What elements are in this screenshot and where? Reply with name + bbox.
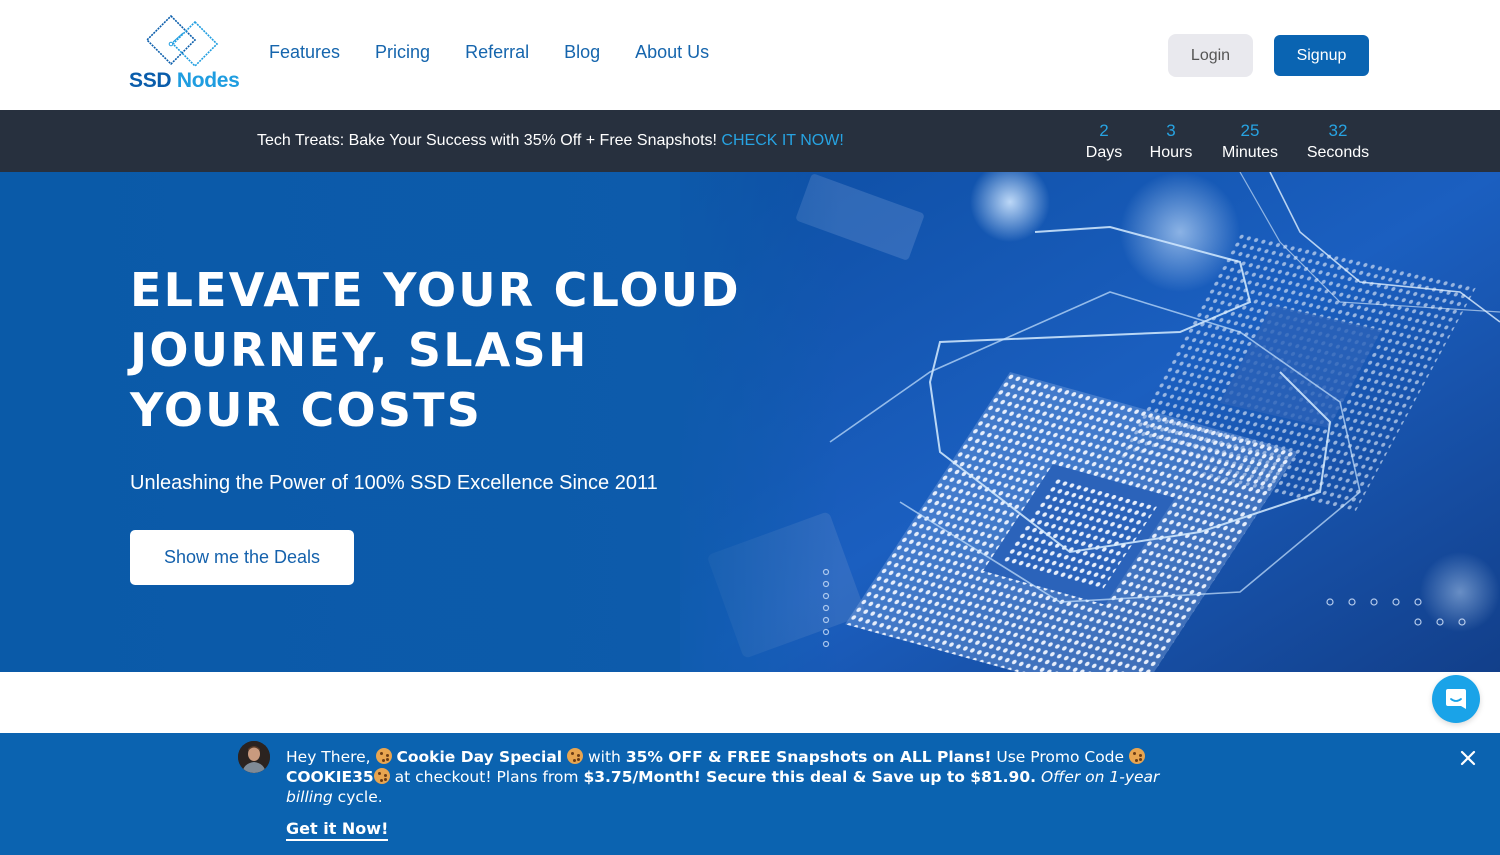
avatar-person-icon bbox=[238, 741, 270, 773]
logo-diamonds-icon bbox=[145, 14, 219, 68]
logo-text-nodes: Nodes bbox=[176, 69, 240, 92]
cookie-day-banner: Hey There, Cookie Day Special with 35% O… bbox=[0, 733, 1500, 855]
nav-features[interactable]: Features bbox=[269, 42, 340, 63]
countdown-seconds-label: Seconds bbox=[1306, 144, 1370, 161]
countdown-hours-label: Hours bbox=[1149, 144, 1193, 161]
get-it-now-link[interactable]: Get it Now! bbox=[286, 819, 389, 841]
banner-billing-end: cycle. bbox=[337, 788, 383, 806]
countdown-days: 2 Days bbox=[1084, 120, 1124, 165]
banner-with: with bbox=[587, 748, 621, 766]
chat-icon bbox=[1446, 689, 1466, 709]
banner-promo-prefix: Use Promo Code bbox=[996, 748, 1125, 766]
chat-launcher-button[interactable] bbox=[1432, 675, 1480, 723]
countdown-minutes-value: 25 bbox=[1240, 121, 1260, 140]
countdown-minutes: 25 Minutes bbox=[1218, 120, 1282, 165]
banner-special: Cookie Day Special bbox=[396, 748, 563, 766]
hero-subtitle: Unleashing the Power of 100% SSD Excelle… bbox=[130, 472, 658, 494]
cookie-icon bbox=[375, 748, 392, 764]
countdown-seconds-value: 32 bbox=[1328, 121, 1348, 140]
hero-title: ELEVATE YOUR CLOUD JOURNEY, SLASH YOUR C… bbox=[130, 263, 741, 437]
countdown-days-label: Days bbox=[1085, 144, 1123, 161]
promo-bar: Tech Treats: Bake Your Success with 35% … bbox=[0, 110, 1500, 172]
banner-price: $3.75/Month! Secure this deal & Save up … bbox=[583, 768, 1036, 786]
countdown-hours: 3 Hours bbox=[1146, 120, 1196, 165]
nav-about-us[interactable]: About Us bbox=[635, 42, 709, 63]
show-deals-button[interactable]: Show me the Deals bbox=[130, 530, 354, 585]
promo-text: Tech Treats: Bake Your Success with 35% … bbox=[257, 132, 717, 149]
nav-pricing[interactable]: Pricing bbox=[375, 42, 430, 63]
logo-text: SSD Nodes bbox=[129, 69, 240, 93]
cookie-icon bbox=[1129, 748, 1145, 764]
banner-message: Hey There, Cookie Day Special with 35% O… bbox=[286, 747, 1206, 807]
banner-offer: 35% OFF & FREE Snapshots on ALL Plans! bbox=[625, 748, 992, 766]
countdown-hours-value: 3 bbox=[1166, 121, 1176, 140]
logo-text-ssd: SSD bbox=[129, 69, 172, 92]
hero-section: ELEVATE YOUR CLOUD JOURNEY, SLASH YOUR C… bbox=[0, 172, 1500, 672]
login-button[interactable]: Login bbox=[1168, 34, 1253, 77]
countdown-days-value: 2 bbox=[1099, 121, 1109, 140]
banner-promo-code: COOKIE35 bbox=[286, 768, 374, 786]
cookie-icon bbox=[373, 768, 390, 784]
check-it-now-link[interactable]: CHECK IT NOW! bbox=[721, 132, 843, 149]
close-icon[interactable] bbox=[1459, 749, 1477, 767]
logo[interactable]: SSD Nodes bbox=[129, 14, 240, 94]
avatar bbox=[238, 741, 270, 773]
banner-greeting: Hey There, bbox=[286, 748, 371, 766]
nav-blog[interactable]: Blog bbox=[564, 42, 600, 63]
nav-referral[interactable]: Referral bbox=[465, 42, 529, 63]
main-nav: Features Pricing Referral Blog About Us bbox=[269, 42, 709, 63]
countdown-seconds: 32 Seconds bbox=[1304, 120, 1372, 165]
promo-message: Tech Treats: Bake Your Success with 35% … bbox=[257, 132, 844, 150]
cookie-icon bbox=[567, 748, 584, 764]
countdown-minutes-label: Minutes bbox=[1221, 144, 1279, 161]
signup-button[interactable]: Signup bbox=[1274, 35, 1369, 76]
banner-checkout: at checkout! Plans from bbox=[394, 768, 579, 786]
site-header: SSD Nodes Features Pricing Referral Blog… bbox=[0, 0, 1500, 110]
